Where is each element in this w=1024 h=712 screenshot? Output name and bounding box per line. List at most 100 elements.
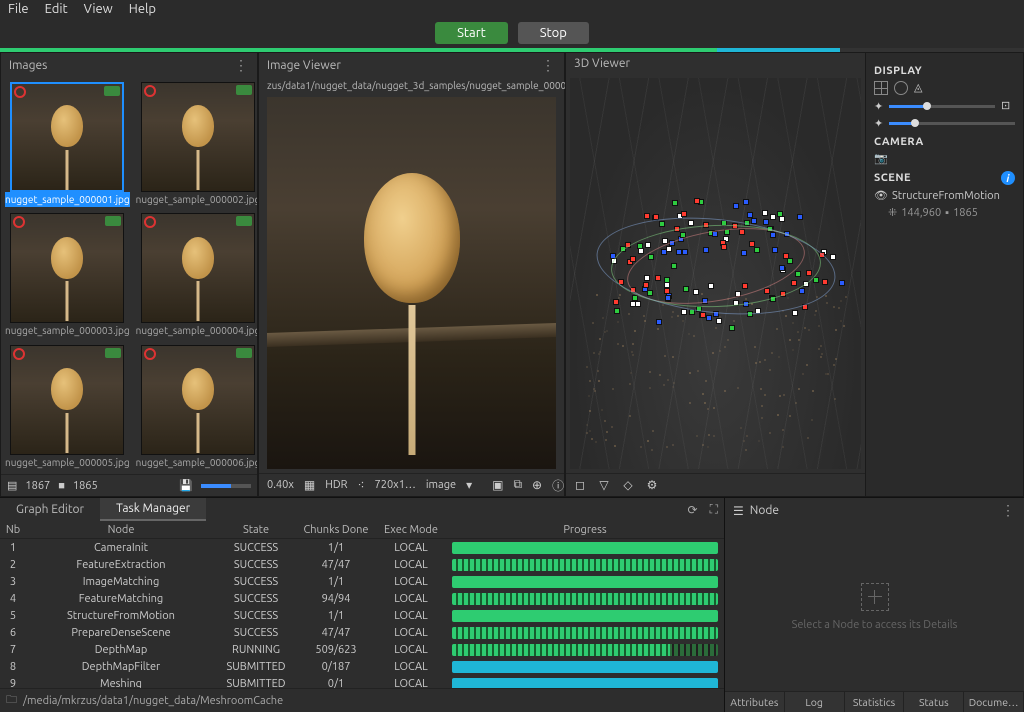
reconstruct-badge-icon: [144, 348, 156, 360]
task-node: FeatureMatching: [26, 593, 216, 605]
task-row[interactable]: 8 DepthMapFilter SUBMITTED 0/187 LOCAL: [0, 658, 724, 675]
gear-icon[interactable]: ⚙: [644, 477, 660, 493]
scene-node-name[interactable]: StructureFromMotion: [892, 190, 1000, 202]
info-icon[interactable]: ⓘ: [552, 477, 564, 493]
viewer-canvas[interactable]: [267, 97, 556, 469]
task-node: StructureFromMotion: [26, 610, 216, 622]
display-grid-icon[interactable]: [874, 81, 888, 95]
menu-file[interactable]: File: [8, 2, 29, 16]
folder-icon[interactable]: 🗀: [6, 691, 17, 710]
task-row[interactable]: 7 DepthMap RUNNING 509/623 LOCAL: [0, 641, 724, 658]
viewer-menu-icon[interactable]: ⋮: [541, 57, 556, 74]
task-nb: 9: [0, 678, 26, 689]
task-progress-bar: [452, 610, 718, 622]
globe-icon[interactable]: ⊕: [532, 477, 542, 493]
camera-sync-icon[interactable]: 📷: [874, 152, 888, 165]
axis-icon[interactable]: ▽: [596, 477, 612, 493]
histogram-icon[interactable]: ⧉: [513, 477, 522, 493]
task-row[interactable]: 6 PrepareDenseScene SUCCESS 47/47 LOCAL: [0, 624, 724, 641]
status-badge-icon: [105, 348, 121, 358]
task-row[interactable]: 3 ImageMatching SUCCESS 1/1 LOCAL: [0, 573, 724, 590]
node-tab-statistics[interactable]: Statistics: [845, 692, 905, 712]
save-icon[interactable]: 💾: [179, 479, 193, 492]
thumb-size-slider[interactable]: [201, 484, 251, 488]
node-tab-status[interactable]: Status: [904, 692, 964, 712]
scene-info-icon[interactable]: i: [1001, 171, 1015, 185]
reconstruct-badge-icon: [13, 216, 25, 228]
thumb-5[interactable]: nugget_sample_000005.jpg: [5, 345, 130, 470]
node-tab-log[interactable]: Log: [785, 692, 845, 712]
task-progress-bar: [452, 542, 718, 554]
images-menu-icon[interactable]: ⋮: [234, 57, 249, 74]
3d-canvas[interactable]: [570, 78, 861, 469]
mode-select[interactable]: image: [426, 479, 456, 491]
task-state: SUCCESS: [216, 593, 296, 605]
task-chunks: 1/1: [296, 610, 376, 622]
dropdown-icon[interactable]: ▾: [466, 477, 472, 493]
tab-task-manager[interactable]: Task Manager: [100, 498, 206, 521]
start-button[interactable]: Start: [435, 22, 508, 44]
display-camera-scale-icon[interactable]: ✦: [874, 117, 883, 130]
task-row[interactable]: 9 Meshing SUBMITTED 0/1 LOCAL: [0, 675, 724, 688]
grid-icon[interactable]: ▦: [304, 477, 315, 493]
task-chunks: 1/1: [296, 576, 376, 588]
task-progress-bar: [452, 661, 718, 673]
shading-icon[interactable]: ◇: [620, 477, 636, 493]
task-progress-bar: [452, 678, 718, 689]
thumb-4[interactable]: nugget_sample_000004.jpg: [136, 213, 257, 338]
zoom-level[interactable]: 0.40x: [267, 479, 294, 491]
menu-view[interactable]: View: [84, 2, 113, 16]
task-state: SUCCESS: [216, 610, 296, 622]
task-chunks: 0/1: [296, 678, 376, 689]
task-row[interactable]: 4 FeatureMatching SUCCESS 94/94 LOCAL: [0, 590, 724, 607]
task-chunks: 509/623: [296, 644, 376, 656]
image-viewer-panel: Image Viewer ⋮ zus/data1/nugget_data/nug…: [258, 52, 565, 497]
fit-graph-icon[interactable]: ⛶: [704, 503, 724, 517]
task-progress-bar: [452, 593, 718, 605]
task-row[interactable]: 1 CameraInit SUCCESS 1/1 LOCAL: [0, 539, 724, 556]
task-node: FeatureExtraction: [26, 559, 216, 571]
camera-scale-slider[interactable]: [889, 122, 1015, 125]
task-nb: 4: [0, 593, 26, 605]
stop-button[interactable]: Stop: [518, 22, 589, 44]
task-chunks: 94/94: [296, 593, 376, 605]
menu-help[interactable]: Help: [129, 2, 156, 16]
thumb-6[interactable]: nugget_sample_000006.jpg: [136, 345, 257, 470]
points-count: 144,960: [901, 207, 941, 219]
task-progress-bar: [452, 627, 718, 639]
camera-icon: ■: [58, 480, 65, 492]
display-gizmo-icon[interactable]: [894, 81, 908, 95]
thumb-1[interactable]: nugget_sample_000001.jpg: [5, 82, 130, 207]
thumb-label: nugget_sample_000002.jpg: [136, 192, 257, 207]
task-exec: LOCAL: [376, 678, 446, 689]
point-size-slider[interactable]: [889, 105, 995, 108]
bbox-icon[interactable]: ◻: [572, 477, 588, 493]
display-sparkle-icon[interactable]: ✦: [874, 100, 883, 113]
node-tab-attributes[interactable]: Attributes: [725, 692, 785, 712]
task-exec: LOCAL: [376, 559, 446, 571]
node-tab-docume[interactable]: Docume…: [964, 692, 1024, 712]
reset-icon[interactable]: ⊡: [1001, 99, 1015, 113]
node-menu-icon[interactable]: ⋮: [1001, 502, 1016, 519]
visibility-icon[interactable]: 👁: [874, 189, 888, 202]
thumb-2[interactable]: nugget_sample_000002.jpg: [136, 82, 257, 207]
status-badge-icon: [236, 348, 252, 358]
task-row[interactable]: 2 FeatureExtraction SUCCESS 47/47 LOCAL: [0, 556, 724, 573]
points-icon[interactable]: ⁖: [358, 477, 365, 493]
tab-graph-editor[interactable]: Graph Editor: [0, 499, 100, 520]
fit-icon[interactable]: ▣: [492, 477, 503, 493]
menu-edit[interactable]: Edit: [45, 2, 68, 16]
3d-side-panel: DISPLAY ◬ ✦ ⊡ ✦ CAMERA 📷 SCENE i: [865, 53, 1023, 496]
task-node: ImageMatching: [26, 576, 216, 588]
task-exec: LOCAL: [376, 593, 446, 605]
reconstruct-badge-icon: [14, 86, 26, 98]
node-panel: ☰ Node ⋮ Select a Node to access its Det…: [724, 498, 1024, 712]
hdr-toggle[interactable]: HDR: [325, 479, 347, 491]
task-exec: LOCAL: [376, 627, 446, 639]
task-state: SUBMITTED: [216, 678, 296, 689]
viewer-toolbar: 0.40x ▦ HDR ⁖ 720x1… image ▾ ▣ ⧉ ⊕ ⓘ: [259, 473, 564, 496]
display-locator-icon[interactable]: ◬: [914, 81, 928, 95]
thumb-3[interactable]: nugget_sample_000003.jpg: [5, 213, 130, 338]
task-row[interactable]: 5 StructureFromMotion SUCCESS 1/1 LOCAL: [0, 607, 724, 624]
refresh-icon[interactable]: ⟳: [682, 503, 704, 517]
